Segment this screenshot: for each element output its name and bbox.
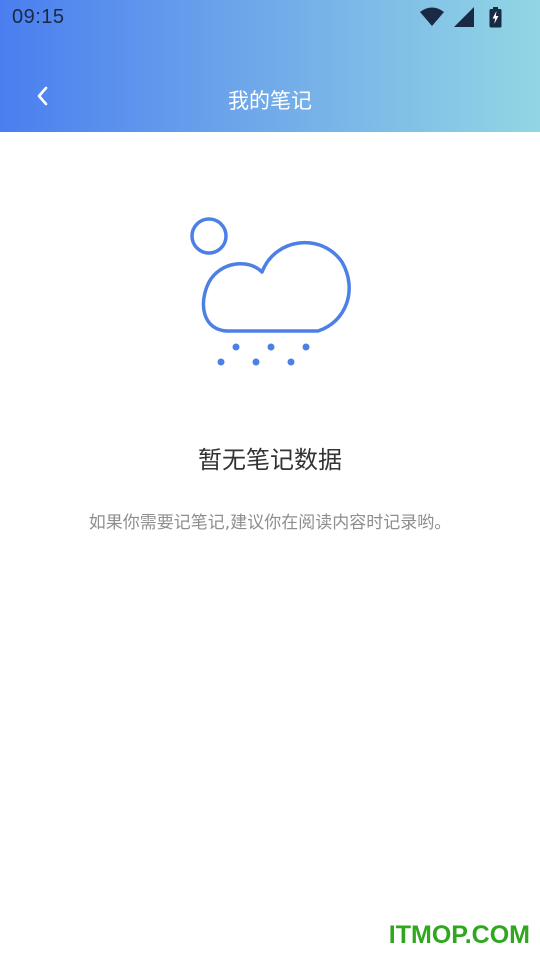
cell-signal-icon (454, 7, 474, 27)
battery-charging-icon (489, 7, 502, 28)
empty-state-title: 暂无笔记数据 (198, 446, 342, 474)
page-title: 我的笔记 (228, 89, 312, 113)
nav-bar: 我的笔记 (0, 66, 540, 132)
status-time: 09:15 (12, 6, 65, 28)
watermark: ITMOP.COM (388, 921, 530, 949)
cloud-rain-icon (190, 217, 351, 366)
empty-state-hint: 如果你需要记笔记,建议你在阅读内容时记录哟。 (88, 513, 452, 533)
wifi-icon (420, 7, 444, 26)
status-bar: 09:15 (0, 0, 540, 36)
app-header: 09:15 我的笔记 (0, 0, 540, 132)
